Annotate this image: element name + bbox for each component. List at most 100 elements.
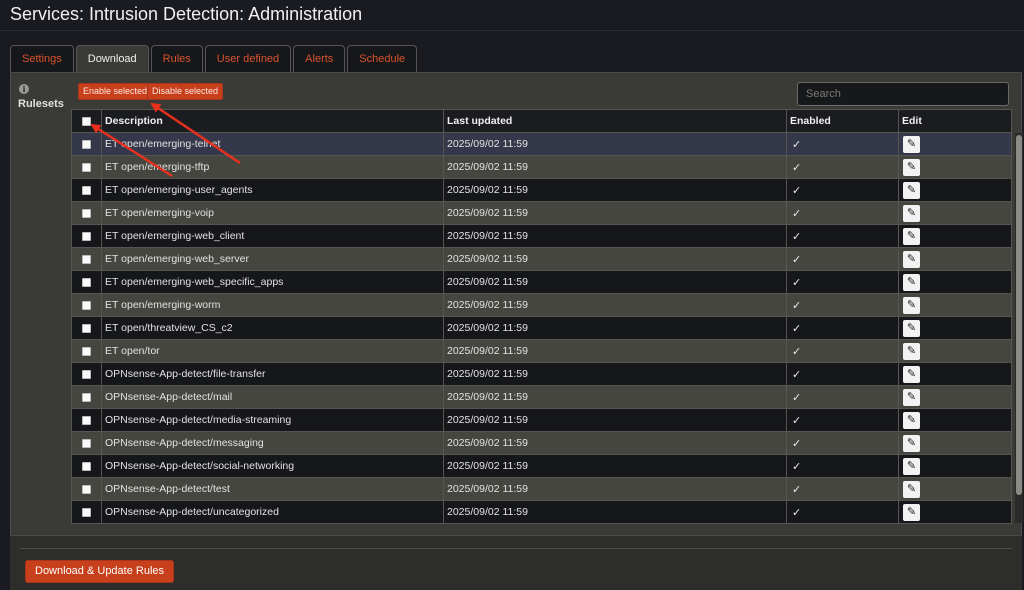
table-row[interactable]: OPNsense-App-detect/test 2025/09/02 11:59… [71, 477, 1012, 501]
table-row[interactable]: OPNsense-App-detect/social-networking 202… [71, 454, 1012, 478]
ruleset-enabled-cell: ✓ [786, 339, 899, 363]
enable-selected-button[interactable]: Enable selected [78, 83, 153, 100]
row-checkbox[interactable] [82, 323, 91, 333]
column-header-enabled[interactable]: Enabled [786, 109, 899, 133]
table-row[interactable]: OPNsense-App-detect/media-streaming 2025/… [71, 408, 1012, 432]
table-row[interactable]: OPNsense-App-detect/messaging 2025/09/02 … [71, 431, 1012, 455]
tab-download[interactable]: Download [75, 45, 149, 73]
row-checkbox[interactable] [82, 484, 91, 494]
ruleset-last-updated: 2025/09/02 11:59 [443, 201, 787, 225]
pencil-icon[interactable]: ✎ [903, 480, 920, 498]
pencil-icon[interactable]: ✎ [903, 319, 920, 337]
ruleset-last-updated: 2025/09/02 11:59 [443, 385, 787, 409]
table-header-row: Description Last updated Enabled Edit [71, 109, 1012, 133]
pencil-icon[interactable]: ✎ [903, 388, 920, 406]
checkmark-icon: ✓ [792, 184, 802, 197]
row-checkbox[interactable] [82, 461, 91, 471]
row-checkbox[interactable] [82, 231, 91, 241]
table-row[interactable]: ET open/emerging-telnet 2025/09/02 11:59 ✓… [71, 132, 1012, 156]
table-row[interactable]: ET open/emerging-web_client 2025/09/02 11… [71, 224, 1012, 248]
row-checkbox[interactable] [82, 162, 91, 172]
pencil-icon[interactable]: ✎ [903, 457, 920, 475]
tab-settings[interactable]: Settings [10, 45, 74, 72]
table-row[interactable]: ET open/emerging-user_agents 2025/09/02 1… [71, 178, 1012, 202]
row-checkbox[interactable] [82, 415, 91, 425]
ruleset-description: ET open/emerging-web_specific_apps [101, 270, 444, 294]
pencil-icon[interactable]: ✎ [903, 273, 920, 291]
pencil-icon[interactable]: ✎ [903, 365, 920, 383]
row-checkbox[interactable] [82, 392, 91, 402]
ruleset-description: ET open/emerging-worm [101, 293, 444, 317]
table-row[interactable]: OPNsense-App-detect/uncategorized 2025/09… [71, 500, 1012, 524]
ruleset-edit-cell: ✎ [898, 477, 1012, 501]
checkmark-icon: ✓ [792, 483, 802, 496]
ruleset-edit-cell: ✎ [898, 362, 1012, 386]
row-select-cell [71, 339, 102, 363]
pencil-icon[interactable]: ✎ [903, 342, 920, 360]
table-scrollbar-thumb[interactable] [1016, 135, 1022, 495]
footer-bar: Download & Update Rules [10, 536, 1022, 590]
tab-rules[interactable]: Rules [150, 45, 203, 72]
pencil-icon[interactable]: ✎ [903, 250, 920, 268]
tab-alerts[interactable]: Alerts [293, 45, 346, 72]
ruleset-description: ET open/emerging-user_agents [101, 178, 444, 202]
table-row[interactable]: ET open/emerging-voip 2025/09/02 11:59 ✓ ✎ [71, 201, 1012, 225]
ruleset-last-updated: 2025/09/02 11:59 [443, 454, 787, 478]
ruleset-last-updated: 2025/09/02 11:59 [443, 408, 787, 432]
ruleset-edit-cell: ✎ [898, 224, 1012, 248]
ruleset-description: ET open/emerging-web_client [101, 224, 444, 248]
table-row[interactable]: ET open/emerging-web_specific_apps 2025/0… [71, 270, 1012, 294]
download-update-rules-button[interactable]: Download & Update Rules [25, 560, 175, 583]
row-checkbox[interactable] [82, 139, 91, 149]
ruleset-enabled-cell: ✓ [786, 270, 899, 294]
ruleset-enabled-cell: ✓ [786, 316, 899, 340]
table-row[interactable]: OPNsense-App-detect/mail 2025/09/02 11:59… [71, 385, 1012, 409]
row-select-cell [71, 454, 102, 478]
pencil-icon[interactable]: ✎ [903, 158, 920, 176]
row-checkbox[interactable] [82, 277, 91, 287]
tab-schedule[interactable]: Schedule [347, 45, 418, 72]
table-row[interactable]: OPNsense-App-detect/file-transfer 2025/09… [71, 362, 1012, 386]
info-icon[interactable]: i [19, 84, 29, 94]
table-row[interactable]: ET open/emerging-tftp 2025/09/02 11:59 ✓ ✎ [71, 155, 1012, 179]
ruleset-last-updated: 2025/09/02 11:59 [443, 293, 787, 317]
checkmark-icon: ✓ [792, 138, 802, 151]
column-header-last-updated[interactable]: Last updated [443, 109, 787, 133]
table-row[interactable]: ET open/threatview_CS_c2 2025/09/02 11:59… [71, 316, 1012, 340]
row-checkbox[interactable] [82, 438, 91, 448]
column-header-edit: Edit [898, 109, 1012, 133]
table-row[interactable]: ET open/emerging-web_server 2025/09/02 11… [71, 247, 1012, 271]
row-checkbox[interactable] [82, 507, 91, 517]
row-checkbox[interactable] [82, 300, 91, 310]
pencil-icon[interactable]: ✎ [903, 503, 920, 521]
row-checkbox[interactable] [82, 185, 91, 195]
checkmark-icon: ✓ [792, 253, 802, 266]
ruleset-edit-cell: ✎ [898, 385, 1012, 409]
tab-user-defined[interactable]: User defined [204, 45, 292, 72]
disable-selected-button[interactable]: Disable selected [147, 83, 224, 100]
pencil-icon[interactable]: ✎ [903, 434, 920, 452]
table-row[interactable]: ET open/tor 2025/09/02 11:59 ✓ ✎ [71, 339, 1012, 363]
row-checkbox[interactable] [82, 346, 91, 356]
ruleset-edit-cell: ✎ [898, 201, 1012, 225]
pencil-icon[interactable]: ✎ [903, 135, 920, 153]
ruleset-enabled-cell: ✓ [786, 385, 899, 409]
row-checkbox[interactable] [82, 254, 91, 264]
row-select-cell [71, 178, 102, 202]
ruleset-last-updated: 2025/09/02 11:59 [443, 339, 787, 363]
row-select-cell [71, 270, 102, 294]
search-input[interactable] [797, 82, 1009, 106]
pencil-icon[interactable]: ✎ [903, 296, 920, 314]
select-all-checkbox[interactable] [82, 116, 91, 126]
table-row[interactable]: ET open/emerging-worm 2025/09/02 11:59 ✓ ✎ [71, 293, 1012, 317]
row-checkbox[interactable] [82, 369, 91, 379]
column-header-description[interactable]: Description [101, 109, 444, 133]
ruleset-description: ET open/emerging-tftp [101, 155, 444, 179]
pencil-icon[interactable]: ✎ [903, 227, 920, 245]
select-all-cell [71, 109, 102, 133]
pencil-icon[interactable]: ✎ [903, 204, 920, 222]
checkmark-icon: ✓ [792, 506, 802, 519]
pencil-icon[interactable]: ✎ [903, 181, 920, 199]
row-checkbox[interactable] [82, 208, 91, 218]
pencil-icon[interactable]: ✎ [903, 411, 920, 429]
